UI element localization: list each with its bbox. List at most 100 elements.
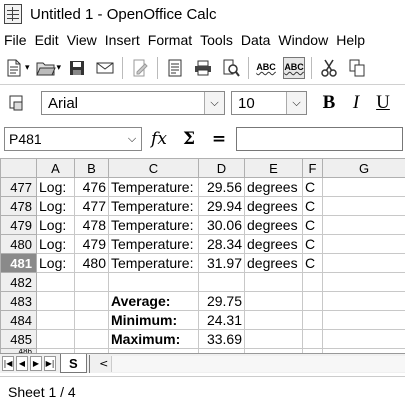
cut-icon[interactable]	[318, 57, 340, 79]
edit-file-icon[interactable]	[129, 57, 151, 79]
cell[interactable]	[74, 291, 109, 311]
cell[interactable]	[322, 272, 405, 292]
menu-format[interactable]: Format	[144, 32, 196, 48]
select-all-corner[interactable]	[0, 158, 37, 178]
cell[interactable]: 28.34	[198, 234, 245, 254]
cell[interactable]: Temperature:	[108, 215, 199, 235]
cell[interactable]: degrees	[244, 177, 303, 197]
chevron-down-icon[interactable]: ⌵	[204, 92, 224, 114]
save-icon[interactable]	[66, 57, 88, 79]
cell[interactable]	[244, 272, 303, 292]
chevron-down-icon[interactable]: ⌵	[286, 92, 306, 114]
column-header-d[interactable]: D	[198, 158, 245, 178]
cell[interactable]: Temperature:	[108, 234, 199, 254]
print-icon[interactable]	[192, 57, 214, 79]
styles-formatting-icon[interactable]	[6, 92, 28, 114]
cell[interactable]: C	[302, 253, 323, 273]
italic-button[interactable]: I	[344, 91, 368, 115]
cell[interactable]	[322, 196, 405, 216]
open-folder-icon[interactable]	[35, 57, 57, 79]
menu-data[interactable]: Data	[237, 32, 275, 48]
cell[interactable]	[322, 329, 405, 349]
cell[interactable]: C	[302, 177, 323, 197]
formula-input[interactable]	[236, 127, 403, 151]
font-name-select[interactable]: Arial ⌵	[41, 91, 225, 115]
previous-sheet-icon[interactable]: ◀	[16, 356, 28, 371]
cell[interactable]	[322, 291, 405, 311]
cell[interactable]	[36, 291, 75, 311]
copy-icon[interactable]	[346, 57, 368, 79]
cell[interactable]: degrees	[244, 234, 303, 254]
cell[interactable]: degrees	[244, 253, 303, 273]
sum-button[interactable]: Σ	[176, 127, 202, 151]
summary-label-cell[interactable]: Average:	[108, 291, 199, 311]
cell[interactable]: 29.56	[198, 177, 245, 197]
font-size-select[interactable]: 10 ⌵	[231, 91, 307, 115]
cell[interactable]	[322, 234, 405, 254]
horizontal-scrollbar[interactable]	[110, 355, 405, 372]
cell[interactable]	[36, 310, 75, 330]
name-box[interactable]: P481 ⌵	[4, 127, 142, 151]
menu-tools[interactable]: Tools	[196, 32, 237, 48]
spellcheck-icon[interactable]: ABC	[255, 57, 277, 79]
row-header[interactable]: 483	[0, 291, 37, 311]
cell[interactable]: Log:	[36, 215, 75, 235]
row-header-selected[interactable]: 481	[0, 253, 37, 273]
cell[interactable]: Log:	[36, 234, 75, 254]
cell[interactable]: 29.75	[198, 291, 245, 311]
cell[interactable]	[302, 310, 323, 330]
cell[interactable]	[74, 272, 109, 292]
cell[interactable]: 29.94	[198, 196, 245, 216]
cell[interactable]: C	[302, 196, 323, 216]
cell[interactable]: Log:	[36, 177, 75, 197]
cell[interactable]	[108, 272, 199, 292]
cell[interactable]: C	[302, 215, 323, 235]
cell[interactable]	[302, 291, 323, 311]
email-icon[interactable]	[94, 57, 116, 79]
function-wizard-button[interactable]: fx	[146, 127, 172, 151]
cell[interactable]: 480	[74, 253, 109, 273]
row-header[interactable]: 477	[0, 177, 37, 197]
cell[interactable]	[322, 253, 405, 273]
summary-label-cell[interactable]: Maximum:	[108, 329, 199, 349]
cell[interactable]	[244, 291, 303, 311]
menu-view[interactable]: View	[63, 32, 101, 48]
row-header[interactable]: 480	[0, 234, 37, 254]
chevron-down-icon[interactable]: ⌵	[123, 128, 141, 150]
row-header[interactable]: 479	[0, 215, 37, 235]
cell[interactable]	[322, 177, 405, 197]
column-header-a[interactable]: A	[36, 158, 75, 178]
column-header-g[interactable]: G	[322, 158, 405, 178]
column-header-e[interactable]: E	[244, 158, 303, 178]
cell[interactable]	[302, 272, 323, 292]
cell[interactable]: 24.31	[198, 310, 245, 330]
cell[interactable]	[322, 215, 405, 235]
column-header-c[interactable]: C	[108, 158, 199, 178]
last-sheet-icon[interactable]: ▶|	[44, 356, 56, 371]
cell[interactable]: 31.97	[198, 253, 245, 273]
cell[interactable]: Temperature:	[108, 253, 199, 273]
cell[interactable]: Temperature:	[108, 196, 199, 216]
cell[interactable]: 477	[74, 196, 109, 216]
summary-label-cell[interactable]: Minimum:	[108, 310, 199, 330]
tab-splitter-handle[interactable]	[88, 354, 97, 373]
cell[interactable]	[198, 272, 245, 292]
column-header-b[interactable]: B	[74, 158, 109, 178]
new-document-icon[interactable]	[3, 57, 25, 79]
cell[interactable]: 30.06	[198, 215, 245, 235]
menu-window[interactable]: Window	[274, 32, 332, 48]
row-header[interactable]: 478	[0, 196, 37, 216]
cell[interactable]: degrees	[244, 196, 303, 216]
cell[interactable]: Log:	[36, 253, 75, 273]
cell[interactable]	[244, 329, 303, 349]
cell[interactable]	[74, 310, 109, 330]
cell[interactable]	[36, 329, 75, 349]
menu-help[interactable]: Help	[332, 32, 369, 48]
menu-file[interactable]: File	[0, 32, 31, 48]
sheet-tab[interactable]: S	[60, 354, 87, 373]
cell[interactable]: degrees	[244, 215, 303, 235]
cell[interactable]: 478	[74, 215, 109, 235]
row-header[interactable]: 482	[0, 272, 37, 292]
underline-button[interactable]: U	[371, 91, 395, 115]
new-dropdown-arrow-icon[interactable]: ▾	[25, 63, 30, 73]
